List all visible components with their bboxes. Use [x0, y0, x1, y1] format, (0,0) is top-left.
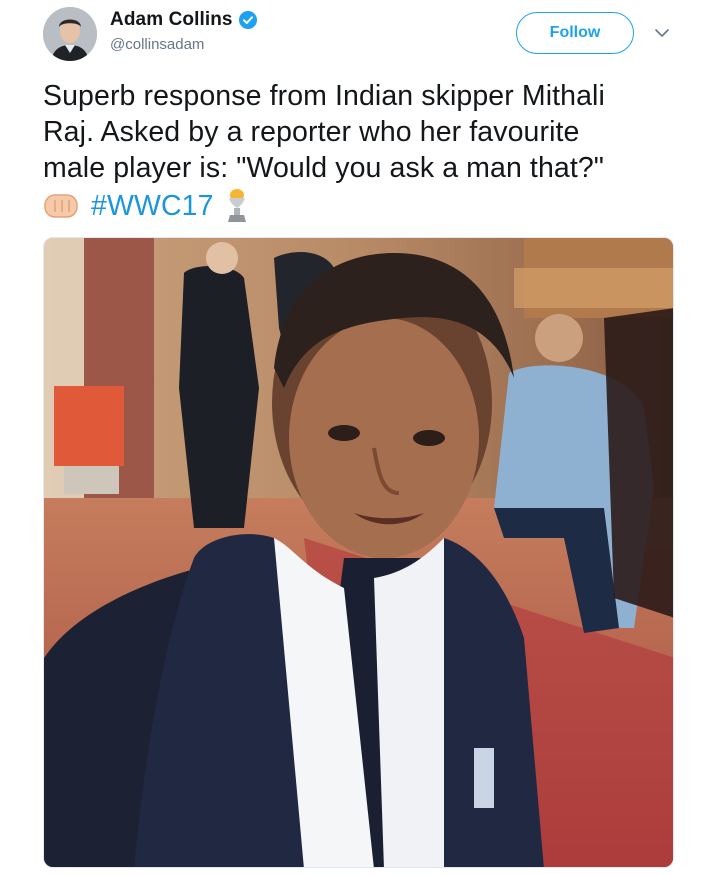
fist-emoji-icon: [43, 192, 79, 220]
tweet-text: Superb response from Indian skipper Mith…: [43, 78, 683, 226]
tweet-text-line: male player is: "Would you ask a man tha…: [43, 152, 605, 184]
tweet-photo[interactable]: [43, 237, 674, 868]
hashtag-link[interactable]: #WWC17: [91, 188, 214, 224]
tweet-text-line: Superb response from Indian skipper Mith…: [43, 80, 605, 112]
tweet-text-line: Raj. Asked by a reporter who her favouri…: [43, 116, 580, 148]
tweet-card: Adam Collins @collinsadam Follow Superb …: [0, 0, 712, 875]
verified-badge-icon: [238, 11, 257, 29]
trophy-emoji-icon: [222, 188, 252, 224]
hashtag-line: #WWC17: [43, 186, 683, 226]
follow-button[interactable]: Follow: [516, 12, 634, 54]
author-name-row: Adam Collins: [110, 8, 257, 32]
author-display-name[interactable]: Adam Collins: [110, 9, 233, 31]
chevron-down-icon[interactable]: [654, 25, 670, 41]
author-handle[interactable]: @collinsadam: [110, 36, 204, 53]
avatar[interactable]: [43, 7, 97, 61]
